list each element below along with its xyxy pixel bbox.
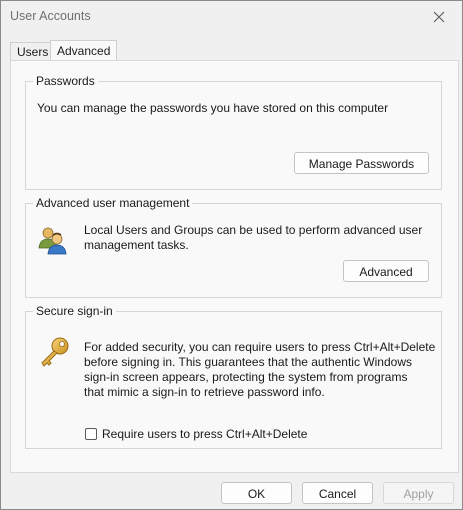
tab-advanced-label: Advanced bbox=[57, 44, 111, 58]
require-ctrl-alt-delete-checkbox[interactable] bbox=[85, 428, 97, 440]
require-ctrl-alt-delete-label[interactable]: Require users to press Ctrl+Alt+Delete bbox=[102, 427, 307, 442]
close-button[interactable] bbox=[416, 1, 462, 33]
title-bar: User Accounts bbox=[1, 1, 462, 33]
manage-passwords-button[interactable]: Manage Passwords bbox=[294, 152, 429, 174]
secure-signin-description-1: For added security, you can require user… bbox=[84, 340, 436, 354]
user-accounts-window: User Accounts Users Advanced Passwords Y… bbox=[0, 0, 463, 510]
advanced-user-management-group: Advanced user management Local Users and… bbox=[25, 195, 442, 298]
passwords-group-title: Passwords bbox=[33, 73, 98, 89]
tab-users-label: Users bbox=[17, 45, 49, 59]
secure-signin-description-2: before signing in. This guarantees that … bbox=[84, 355, 412, 369]
advanced-tab-panel: Passwords You can manage the passwords y… bbox=[10, 60, 459, 473]
secure-signin-description-3: sign-in screen appears, protecting the s… bbox=[84, 370, 408, 384]
cancel-button[interactable]: Cancel bbox=[302, 482, 373, 504]
advanced-user-management-description-1: Local Users and Groups can be used to pe… bbox=[84, 223, 423, 237]
close-icon bbox=[433, 11, 445, 23]
window-title: User Accounts bbox=[10, 9, 91, 23]
secure-signin-description-4: that mimic a sign-in to retrieve passwor… bbox=[84, 385, 325, 399]
advanced-user-management-description-2: management tasks. bbox=[84, 238, 189, 252]
secure-signin-title: Secure sign-in bbox=[33, 303, 116, 319]
passwords-group: Passwords You can manage the passwords y… bbox=[25, 73, 442, 190]
ok-button[interactable]: OK bbox=[221, 482, 292, 504]
key-icon bbox=[41, 337, 69, 367]
tab-advanced[interactable]: Advanced bbox=[50, 40, 118, 61]
passwords-description: You can manage the passwords you have st… bbox=[37, 101, 389, 115]
advanced-button[interactable]: Advanced bbox=[343, 260, 429, 282]
advanced-user-management-title: Advanced user management bbox=[33, 195, 193, 211]
secure-signin-group: Secure sign-in For added security, you c… bbox=[25, 303, 442, 449]
users-group-icon bbox=[38, 227, 67, 255]
tab-users[interactable]: Users bbox=[10, 42, 56, 61]
apply-button[interactable]: Apply bbox=[383, 482, 454, 504]
